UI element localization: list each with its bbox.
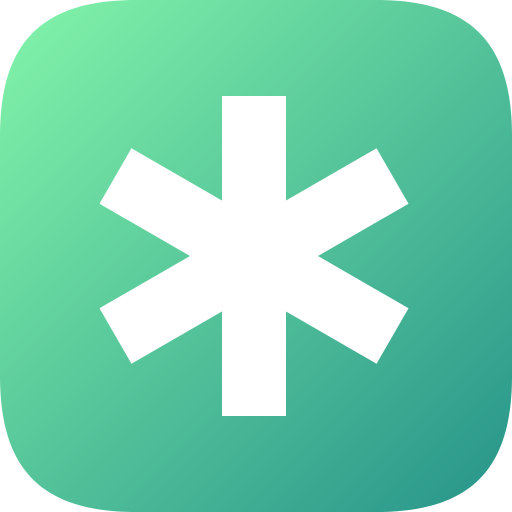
app-icon	[0, 0, 512, 512]
